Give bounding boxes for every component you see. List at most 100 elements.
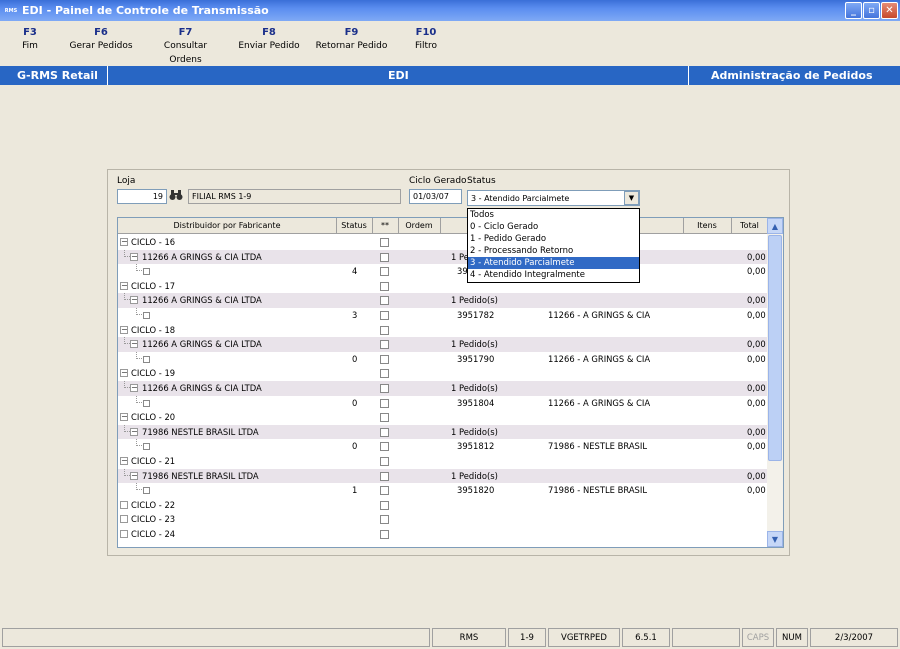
tree-toggle-icon[interactable] [120,500,128,509]
col-ordem[interactable]: Ordem [398,221,440,230]
tree-toggle-icon[interactable]: − [120,281,128,290]
table-row[interactable]: 1 3951820 71986 - NESTLE BRASIL 0,00 [118,483,768,498]
tree-toggle-icon[interactable]: − [130,296,138,305]
table-row[interactable]: 0 3951812 71986 - NESTLE BRASIL 0,00 [118,439,768,454]
close-button[interactable]: ✕ [881,2,898,19]
status-value: 0 [352,397,358,408]
row-checkbox[interactable] [143,487,150,495]
vertical-scrollbar[interactable]: ▲ ▼ [767,218,783,547]
status-option[interactable]: 1 - Pedido Gerado [468,233,639,245]
status-option[interactable]: 2 - Processando Retorno [468,245,639,257]
table-row[interactable]: −11266 A GRINGS & CIA LTDA 1 Pe 0,00 [118,249,768,265]
row-checkbox[interactable] [143,312,150,319]
tree-toggle-icon[interactable]: − [130,384,138,392]
col-distribuidor[interactable]: Distribuidor por Fabricante [118,221,336,230]
select-checkbox[interactable] [380,471,389,481]
table-row[interactable]: 0 3951804 11266 - A GRINGS & CIA 0,00 [118,395,768,411]
select-checkbox[interactable] [380,340,389,350]
select-checkbox[interactable] [380,442,389,452]
table-row[interactable]: −11266 A GRINGS & CIA LTDA 1 Pedido(s) 0,0… [118,293,768,308]
table-row[interactable]: 0 3951790 11266 - A GRINGS & CIA 0,00 [118,351,768,367]
status-select[interactable]: 3 - Atendido Parcialmete [467,190,640,206]
tree-toggle-icon[interactable] [120,515,128,524]
select-checkbox[interactable] [380,238,389,247]
tree-toggle-icon[interactable]: − [120,413,128,422]
table-row[interactable]: 3 3951782 11266 - A GRINGS & CIA 0,00 [118,308,768,323]
table-row[interactable]: − CICLO - 21 [118,454,768,469]
table-row[interactable]: CICLO - 24 [118,527,768,542]
tree-toggle-icon[interactable]: − [130,427,138,436]
table-row[interactable]: −71986 NESTLE BRASIL LTDA 1 Pedido(s) 0,00 [118,424,768,440]
select-checkbox[interactable] [380,325,389,335]
select-checkbox[interactable] [380,267,389,277]
table-row[interactable]: − CICLO - 16 [118,235,768,250]
table-row[interactable]: CICLO - 22 [118,498,768,513]
select-checkbox[interactable] [380,384,389,393]
col-itens[interactable]: Itens [683,221,731,230]
binoculars-search-icon[interactable] [169,189,183,204]
col-total[interactable]: Total [731,221,768,230]
select-checkbox[interactable] [380,486,389,496]
table-row[interactable]: −11266 A GRINGS & CIA LTDA 1 Pedido(s) 0,0… [118,381,768,396]
tree-toggle-icon[interactable]: − [120,238,128,246]
tree-connector [136,264,142,272]
tree-toggle-icon[interactable]: − [120,325,128,334]
status-option[interactable]: 4 - Atendido Integralmente [468,269,639,281]
fkey-f9-retornar-pedido[interactable]: F9 Retornar Pedido [309,26,394,64]
table-row[interactable]: 439CIA0,00 [118,264,768,279]
tree-toggle-icon[interactable] [120,530,128,538]
scroll-down-icon[interactable]: ▼ [767,531,783,547]
loja-input[interactable]: 19 [117,189,167,204]
row-checkbox[interactable] [143,399,150,407]
row-checkbox[interactable] [143,268,150,276]
fkey-f10-filtro[interactable]: F10 Filtro [394,26,458,64]
select-checkbox[interactable] [380,369,389,379]
tree-toggle-icon[interactable]: − [130,340,138,349]
select-checkbox[interactable] [380,500,389,510]
tree-toggle-icon[interactable]: − [120,457,128,465]
fkey-f8-enviar-pedido[interactable]: F8 Enviar Pedido [229,26,309,64]
select-checkbox[interactable] [380,252,389,262]
maximize-button[interactable]: ▫ [863,2,880,19]
select-checkbox[interactable] [380,311,389,320]
fkey-f7-consultar-ordens[interactable]: F7 Consultar Ordens [142,26,229,65]
ciclo-label: CICLO - 24 [131,529,176,539]
select-checkbox[interactable] [380,398,389,408]
select-checkbox[interactable] [380,281,389,291]
status-bar: RMS 1-9 VGETRPED 6.5.1 CAPS NUM 2/3/2007 [0,627,900,649]
col-check[interactable]: ** [372,221,398,230]
select-checkbox[interactable] [380,515,389,525]
table-row[interactable]: −71986 NESTLE BRASIL LTDA 1 Pedido(s) 0,00 [118,468,768,484]
select-checkbox[interactable] [380,354,389,364]
pedido-count: 1 Pedido(s) [451,383,498,393]
fkey-f3-fim[interactable]: F3 Fim [0,26,60,64]
table-row[interactable]: − CICLO - 19 [118,366,768,381]
scroll-up-icon[interactable]: ▲ [767,218,783,234]
table-row[interactable]: CICLO - 23 [118,512,768,527]
row-checkbox[interactable] [143,443,150,451]
fabricante-label: 11266 A GRINGS & CIA LTDA [142,339,262,350]
tree-toggle-icon[interactable]: − [130,252,138,261]
select-checkbox[interactable] [380,530,389,539]
select-checkbox[interactable] [380,296,389,306]
chevron-down-icon[interactable]: ▼ [624,191,639,205]
select-checkbox[interactable] [380,457,389,466]
select-checkbox[interactable] [380,427,389,437]
table-row[interactable]: − CICLO - 18 [118,323,768,338]
scrollbar-thumb[interactable] [768,235,782,461]
table-row[interactable]: − CICLO - 17 [118,279,768,294]
status-option[interactable]: 0 - Ciclo Gerado [468,221,639,233]
ciclo-label: CICLO - 20 [131,412,176,423]
status-option[interactable]: 3 - Atendido Parcialmete [468,257,639,270]
row-checkbox[interactable] [143,355,150,363]
ciclo-gerado-input[interactable]: 01/03/07 [409,189,462,204]
tree-toggle-icon[interactable]: − [120,369,128,378]
col-status[interactable]: Status [336,221,372,230]
fkey-f6-gerar-pedidos[interactable]: F6 Gerar Pedidos [60,26,142,64]
table-row[interactable]: −11266 A GRINGS & CIA LTDA 1 Pedido(s) 0,0… [118,337,768,352]
select-checkbox[interactable] [380,413,389,423]
status-option[interactable]: Todos [468,209,639,221]
table-row[interactable]: − CICLO - 20 [118,410,768,425]
tree-toggle-icon[interactable]: − [130,471,138,480]
minimize-button[interactable]: _ [845,2,862,19]
